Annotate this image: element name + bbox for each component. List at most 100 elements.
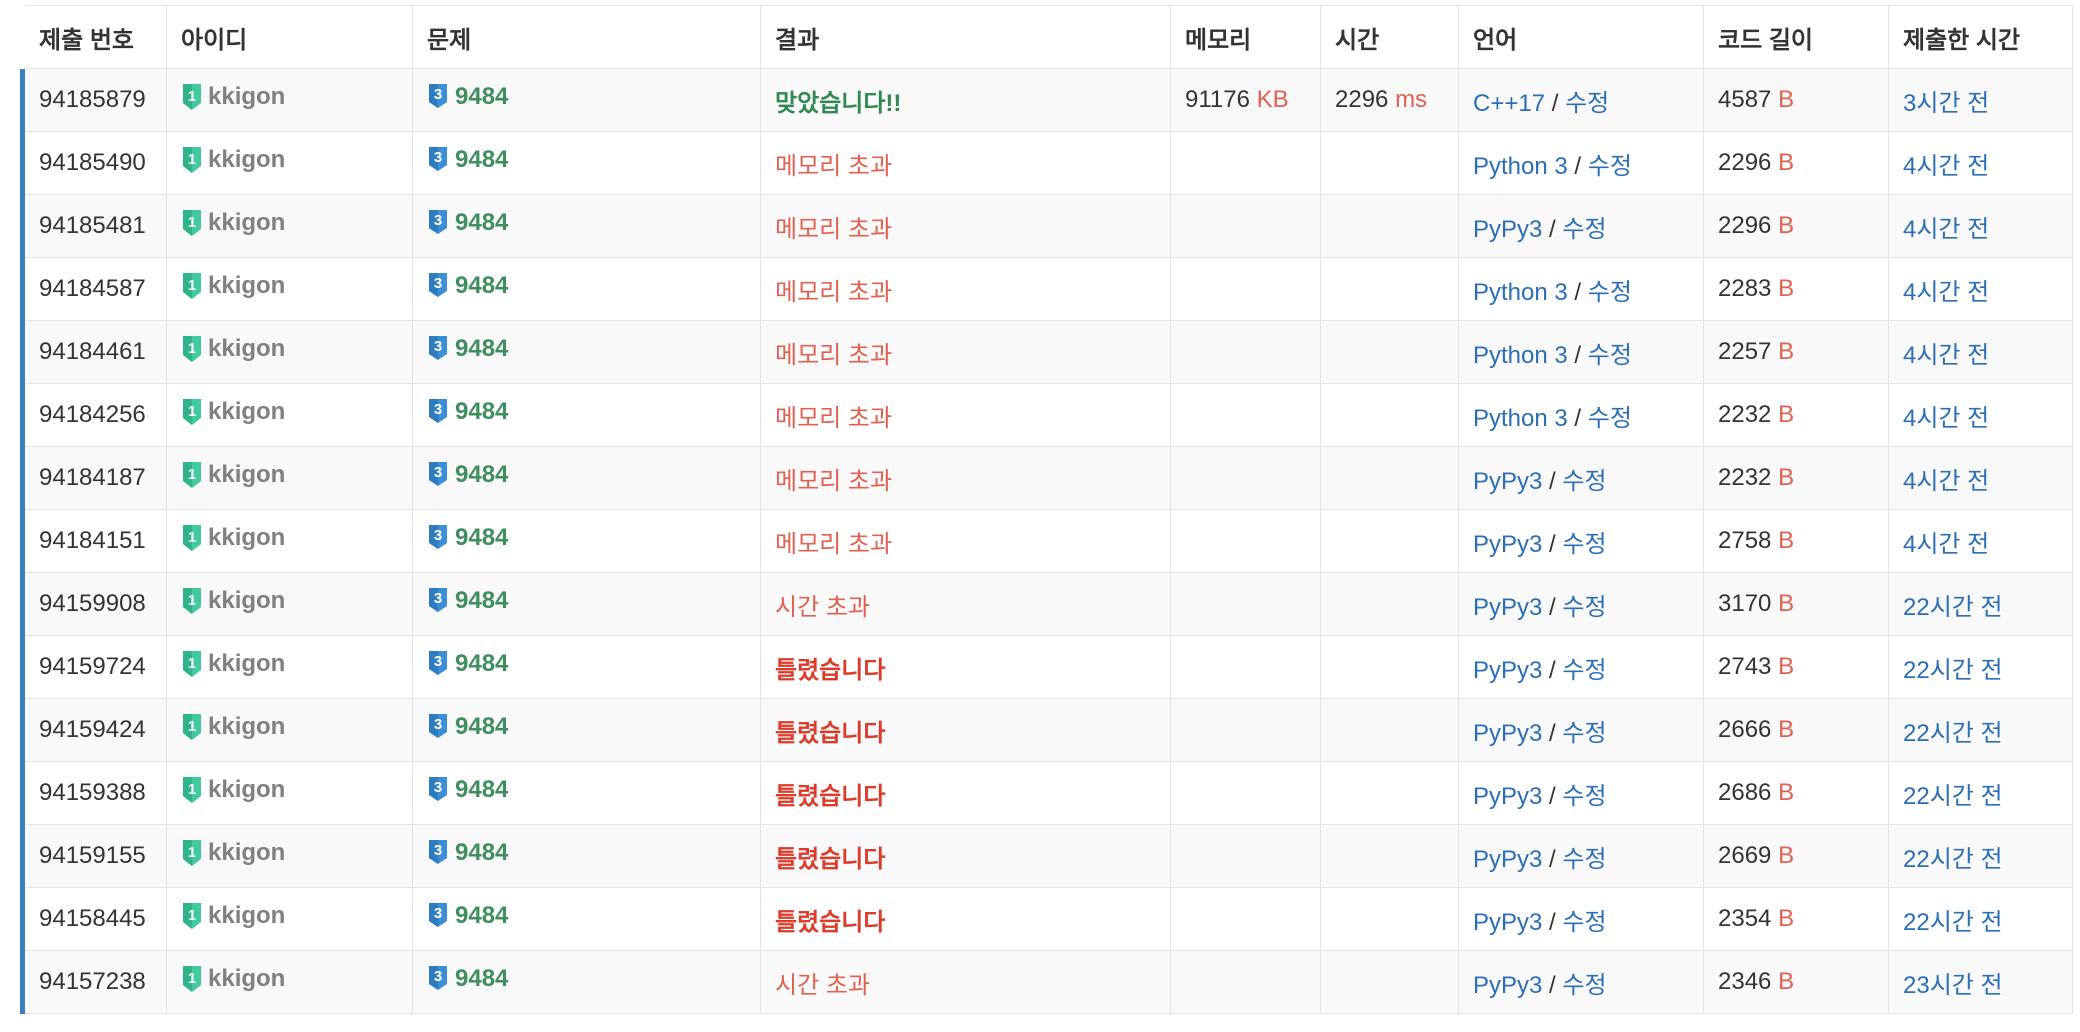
language-link[interactable]: PyPy3 [1473,972,1542,999]
edit-link[interactable]: 수정 [1562,657,1606,684]
user-link[interactable]: 1 kkigon [181,839,285,867]
problem-link[interactable]: 3 9484 [427,776,508,804]
edit-link[interactable]: 수정 [1565,90,1609,117]
problem-link[interactable]: 3 9484 [427,209,508,237]
time-value: 2296 [1335,86,1389,113]
user-link[interactable]: 1 kkigon [181,209,285,237]
submitted-time-link[interactable]: 22시간 전 [1903,720,2003,747]
result-cell: 시간 초과 [760,950,1171,1014]
submitted-time-cell: 22시간 전 [1888,887,2073,951]
user-link[interactable]: 1 kkigon [181,713,285,741]
problem-link[interactable]: 3 9484 [427,587,508,615]
language-link[interactable]: PyPy3 [1473,783,1542,810]
problem-number: 9484 [455,964,509,992]
problem-link[interactable]: 3 9484 [427,713,508,741]
language-link[interactable]: Python 3 [1473,342,1568,369]
user-link[interactable]: 1 kkigon [181,902,285,930]
separator: / [1549,908,1563,936]
edit-link[interactable]: 수정 [1562,909,1606,936]
problem-link[interactable]: 3 9484 [427,335,508,363]
user-link[interactable]: 1 kkigon [181,965,285,993]
user-link[interactable]: 1 kkigon [181,335,285,363]
language-link[interactable]: PyPy3 [1473,720,1542,747]
language-link[interactable]: PyPy3 [1473,216,1542,243]
problem-link[interactable]: 3 9484 [427,146,508,174]
language-link[interactable]: C++17 [1473,90,1545,117]
edit-link[interactable]: 수정 [1562,594,1606,621]
language-link[interactable]: PyPy3 [1473,909,1542,936]
svg-text:3: 3 [434,968,442,985]
submitted-time-link[interactable]: 22시간 전 [1903,594,2003,621]
language-cell: PyPy3 / 수정 [1458,572,1704,636]
language-link[interactable]: PyPy3 [1473,468,1542,495]
problem-link[interactable]: 3 9484 [427,902,508,930]
result-cell: 메모리 초과 [760,194,1171,258]
submitted-time-link[interactable]: 3시간 전 [1903,90,1989,117]
user-link[interactable]: 1 kkigon [181,776,285,804]
user-link[interactable]: 1 kkigon [181,146,285,174]
problem-link[interactable]: 3 9484 [427,650,508,678]
problem-link[interactable]: 3 9484 [427,839,508,867]
submitted-time-link[interactable]: 22시간 전 [1903,783,2003,810]
language-link[interactable]: PyPy3 [1473,657,1542,684]
edit-link[interactable]: 수정 [1588,279,1632,306]
problem-link[interactable]: 3 9484 [427,398,508,426]
user-link[interactable]: 1 kkigon [181,587,285,615]
user-link[interactable]: 1 kkigon [181,398,285,426]
edit-link[interactable]: 수정 [1562,783,1606,810]
problem-link[interactable]: 3 9484 [427,965,508,993]
edit-link[interactable]: 수정 [1588,405,1632,432]
edit-link[interactable]: 수정 [1562,846,1606,873]
submission-id: 94157238 [20,950,167,1014]
submission-id: 94159388 [20,761,167,825]
language-link[interactable]: Python 3 [1473,279,1568,306]
problem-link[interactable]: 3 9484 [427,524,508,552]
separator: / [1549,719,1563,747]
submitted-time-link[interactable]: 4시간 전 [1903,531,1989,558]
submitted-time-link[interactable]: 4시간 전 [1903,405,1989,432]
result-text: 틀렸습니다 [775,782,886,810]
edit-link[interactable]: 수정 [1588,153,1632,180]
submitted-time-link[interactable]: 4시간 전 [1903,279,1989,306]
user-link[interactable]: 1 kkigon [181,83,285,111]
user-name: kkigon [208,334,286,362]
edit-link[interactable]: 수정 [1562,216,1606,243]
submitted-time-cell: 22시간 전 [1888,698,2073,762]
user-link[interactable]: 1 kkigon [181,461,285,489]
edit-link[interactable]: 수정 [1562,972,1606,999]
level-1-shield-icon: 1 [183,713,201,740]
language-link[interactable]: Python 3 [1473,405,1568,432]
user-link[interactable]: 1 kkigon [181,650,285,678]
code-length-cell: 2666 B [1703,698,1889,762]
table-row: 94185879 1 kkigon 3 9484 맞았습니다!! 91176 K… [20,68,2073,132]
problem-link[interactable]: 3 9484 [427,272,508,300]
language-link[interactable]: Python 3 [1473,153,1568,180]
submitted-time-link[interactable]: 22시간 전 [1903,909,2003,936]
code-length-value: 2232 [1718,464,1772,491]
problem-link[interactable]: 3 9484 [427,461,508,489]
language-link[interactable]: PyPy3 [1473,846,1542,873]
edit-link[interactable]: 수정 [1588,342,1632,369]
edit-link[interactable]: 수정 [1562,468,1606,495]
user-link[interactable]: 1 kkigon [181,272,285,300]
user-name: kkigon [208,712,286,740]
submitted-time-link[interactable]: 22시간 전 [1903,657,2003,684]
code-length-cell: 2669 B [1703,824,1889,888]
edit-link[interactable]: 수정 [1562,531,1606,558]
language-link[interactable]: PyPy3 [1473,531,1542,558]
table-body: 94185879 1 kkigon 3 9484 맞았습니다!! 91176 K… [20,68,2073,1014]
problem-number: 9484 [455,271,509,299]
language-link[interactable]: PyPy3 [1473,594,1542,621]
submitted-time-link[interactable]: 23시간 전 [1903,972,2003,999]
submitted-time-link[interactable]: 4시간 전 [1903,153,1989,180]
edit-link[interactable]: 수정 [1562,720,1606,747]
problem-link[interactable]: 3 9484 [427,83,508,111]
language-cell: PyPy3 / 수정 [1458,698,1704,762]
submitted-time-link[interactable]: 4시간 전 [1903,342,1989,369]
user-link[interactable]: 1 kkigon [181,524,285,552]
svg-text:3: 3 [434,464,442,481]
submitted-time-link[interactable]: 4시간 전 [1903,216,1989,243]
submitted-time-link[interactable]: 4시간 전 [1903,468,1989,495]
submitted-time-link[interactable]: 22시간 전 [1903,846,2003,873]
svg-text:3: 3 [434,779,442,796]
